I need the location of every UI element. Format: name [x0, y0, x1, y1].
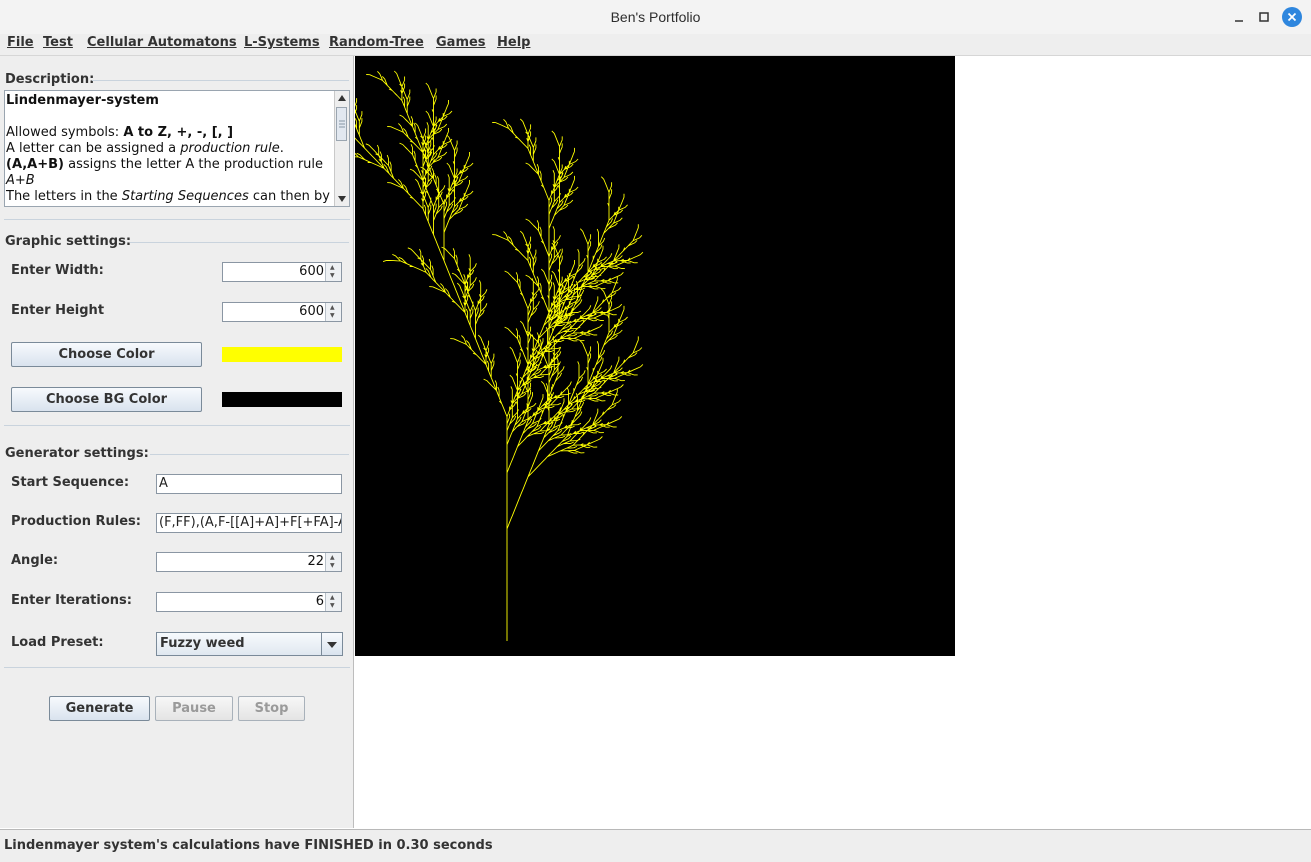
menu-cellular-automatons[interactable]: Cellular Automatons [87, 35, 237, 50]
menu-help[interactable]: Help [497, 35, 530, 50]
load-preset-label: Load Preset: [11, 635, 104, 650]
iterations-spinner-arrows[interactable]: ▲ ▼ [325, 593, 341, 611]
description-box[interactable]: Lindenmayer-system Allowed symbols: A to… [4, 90, 350, 207]
chevron-down-icon [327, 642, 337, 648]
color-swatch [222, 347, 342, 362]
load-preset-dropdown[interactable]: Fuzzy weed [156, 632, 343, 656]
description-text: Lindenmayer-system Allowed symbols: A to… [6, 93, 334, 205]
production-rules-label: Production Rules: [11, 514, 141, 529]
separator [4, 667, 350, 668]
dropdown-button[interactable] [321, 633, 342, 655]
description-section-title: Description: [5, 72, 95, 87]
description-heading: Lindenmayer-system [6, 93, 159, 108]
generate-button[interactable]: Generate [49, 696, 150, 721]
menu-games[interactable]: Games [436, 35, 486, 50]
menu-l-systems[interactable]: L-Systems [244, 35, 320, 50]
minimize-icon [1235, 20, 1243, 22]
description-scrollbar[interactable] [334, 91, 349, 206]
description-bold: (A,A+B) [6, 157, 64, 172]
spinner-down-icon[interactable]: ▼ [330, 563, 335, 569]
generator-settings-divider [150, 454, 349, 455]
graphic-settings-title: Graphic settings: [5, 234, 132, 249]
window-title: Ben's Portfolio [610, 9, 701, 25]
height-spinner-arrows[interactable]: ▲ ▼ [325, 303, 341, 321]
scroll-down-icon[interactable] [335, 192, 349, 206]
control-panel: Description: Lindenmayer-system Allowed … [0, 56, 354, 828]
preset-value: Fuzzy weed [160, 636, 245, 651]
spinner-up-icon[interactable]: ▲ [330, 595, 335, 601]
spinner-up-icon[interactable]: ▲ [330, 265, 335, 271]
spinner-up-icon[interactable]: ▲ [330, 555, 335, 561]
height-spinner[interactable]: 600 ▲ ▼ [222, 302, 342, 322]
choose-bg-color-button[interactable]: Choose BG Color [11, 387, 202, 412]
width-spinner-arrows[interactable]: ▲ ▼ [325, 263, 341, 281]
start-sequence-label: Start Sequence: [11, 475, 130, 490]
graphic-settings-divider [130, 242, 349, 243]
angle-spinner-arrows[interactable]: ▲ ▼ [325, 553, 341, 571]
scroll-up-icon[interactable] [335, 91, 349, 105]
description-line: The letters in the [6, 189, 122, 204]
close-button[interactable] [1282, 7, 1302, 27]
start-sequence-input[interactable]: A [156, 474, 342, 494]
close-icon [1282, 7, 1302, 27]
generator-settings-title: Generator settings: [5, 446, 149, 461]
production-rules-input[interactable]: (F,FF),(A,F-[[A]+A]+F[+FA]-A) [156, 513, 342, 533]
iterations-label: Enter Iterations: [11, 593, 132, 608]
spinner-down-icon[interactable]: ▼ [330, 313, 335, 319]
description-italic: A+B [6, 173, 35, 188]
choose-color-button[interactable]: Choose Color [11, 342, 202, 367]
width-label: Enter Width: [11, 263, 104, 278]
menu-bar: File Test Cellular Automatons L-Systems … [0, 34, 1311, 56]
menu-file[interactable]: File [7, 35, 34, 50]
description-line: assigns the letter A the production rule [64, 157, 324, 172]
description-line: A letter can be assigned a [6, 141, 181, 156]
grip-icon [339, 120, 345, 128]
spinner-down-icon[interactable]: ▼ [330, 603, 335, 609]
angle-spinner[interactable]: 22 ▲ ▼ [156, 552, 342, 572]
description-italic: production rule [180, 141, 280, 156]
stop-button[interactable]: Stop [238, 696, 305, 721]
maximize-icon [1259, 12, 1269, 22]
description-line: . [279, 141, 284, 156]
iterations-spinner[interactable]: 6 ▲ ▼ [156, 592, 342, 612]
status-bar: Lindenmayer system's calculations have F… [0, 829, 1311, 862]
description-bold: A to Z, +, -, [, ] [123, 125, 234, 140]
status-text: Lindenmayer system's calculations have F… [4, 838, 493, 853]
separator [4, 425, 350, 426]
drawing-area [355, 56, 1309, 828]
iterations-value: 6 [315, 594, 324, 609]
pause-button[interactable]: Pause [155, 696, 233, 721]
description-line: can then by [248, 189, 330, 204]
height-label: Enter Height [11, 303, 105, 318]
description-divider [92, 80, 349, 81]
scrollbar-thumb[interactable] [336, 107, 347, 141]
menu-random-tree[interactable]: Random-Tree [329, 35, 424, 50]
minimize-button[interactable] [1230, 8, 1248, 26]
spinner-down-icon[interactable]: ▼ [330, 273, 335, 279]
spinner-up-icon[interactable]: ▲ [330, 305, 335, 311]
bg-color-swatch [222, 392, 342, 407]
separator [4, 219, 350, 220]
angle-value: 22 [307, 554, 324, 569]
width-spinner[interactable]: 600 ▲ ▼ [222, 262, 342, 282]
description-line: Allowed symbols: [6, 125, 124, 140]
height-value: 600 [299, 304, 324, 319]
description-italic: Starting Sequences [121, 189, 249, 204]
width-value: 600 [299, 264, 324, 279]
angle-label: Angle: [11, 553, 59, 568]
maximize-button[interactable] [1255, 8, 1273, 26]
menu-test[interactable]: Test [43, 35, 73, 50]
lsystem-canvas[interactable] [355, 56, 955, 656]
title-bar: Ben's Portfolio [0, 0, 1311, 35]
